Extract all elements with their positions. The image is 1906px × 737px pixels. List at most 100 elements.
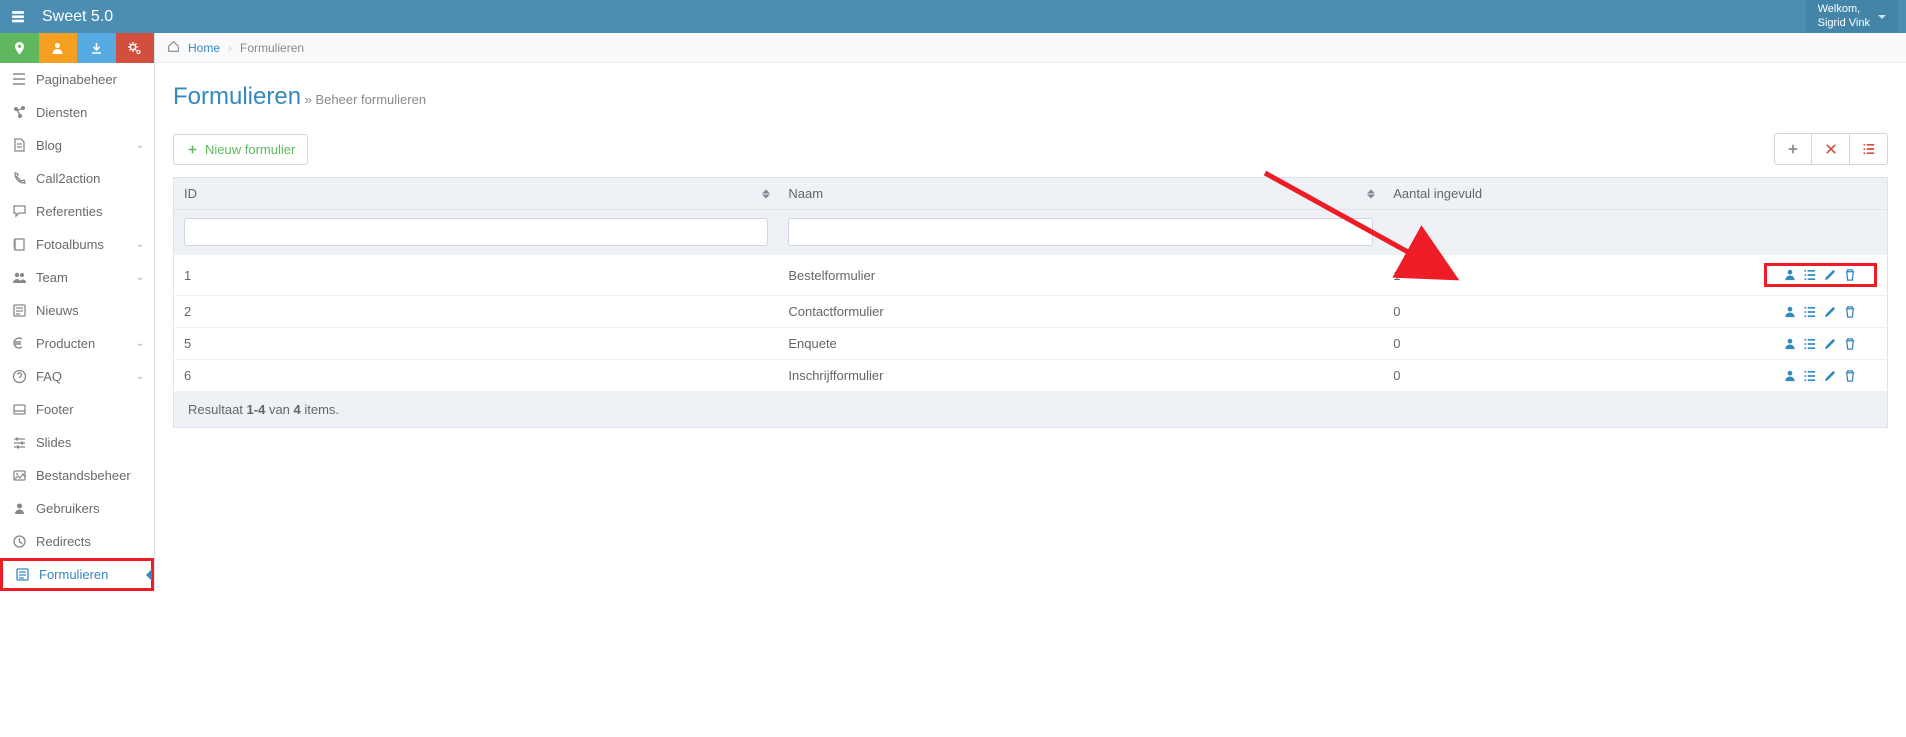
sidebar-item-label: Fotoalbums [36,237,136,252]
toolbar-list-button[interactable] [1850,133,1888,165]
sidebar-item-fotoalbums[interactable]: Fotoalbums⌄ [0,228,154,261]
page-subtitle: » Beheer formulieren [305,92,426,107]
bars-icon [10,72,28,87]
cell-aantal: 1 [1383,255,1753,296]
book-icon [10,237,28,252]
sidebar-item-label: Slides [36,435,144,450]
sidebar-btn-settings[interactable] [116,33,155,63]
main-content: Home › Formulieren Formulieren » Beheer … [155,33,1906,591]
cell-aantal: 0 [1383,360,1753,392]
sidebar-item-label: Redirects [36,534,144,549]
toolbar-delete-button[interactable] [1812,133,1850,165]
table-row: 6Inschrijfformulier0 [174,360,1888,392]
row-list-icon[interactable] [1803,369,1817,383]
cell-id: 1 [174,255,779,296]
row-list-icon[interactable] [1803,337,1817,351]
forms-table: ID Naam Aantal ingevuld [173,177,1888,392]
welcome-label: Welkom, [1818,3,1870,17]
brand-icon [8,9,28,25]
filter-id-input[interactable] [184,218,768,246]
row-user-icon[interactable] [1783,268,1797,282]
new-form-button[interactable]: Nieuw formulier [173,134,308,165]
user-name: Sigrid Vink [1818,17,1870,31]
sidebar-item-slides[interactable]: Slides [0,426,154,459]
chevron-down-icon: ⌄ [136,140,144,151]
breadcrumb-home[interactable]: Home [188,41,220,55]
table-row: 2Contactformulier0 [174,296,1888,328]
table-footer: Resultaat 1-4 van 4 items. [173,392,1888,428]
row-edit-icon[interactable] [1823,369,1837,383]
filter-aantal-empty [1383,210,1753,255]
toolbar-add-button[interactable] [1774,133,1812,165]
home-icon [167,40,180,56]
col-header-naam[interactable]: Naam [778,178,1383,210]
caret-down-icon [1878,15,1886,19]
sidebar-btn-user[interactable] [39,33,78,63]
row-delete-icon[interactable] [1843,268,1857,282]
brand-title: Sweet 5.0 [42,8,113,26]
cell-aantal: 0 [1383,328,1753,360]
cell-id: 5 [174,328,779,360]
sidebar-item-paginabeheer[interactable]: Paginabeheer [0,63,154,96]
sidebar-item-label: Call2action [36,171,144,186]
chevron-down-icon: ⌄ [136,338,144,349]
cell-id: 2 [174,296,779,328]
sidebar-item-nieuws[interactable]: Nieuws [0,294,154,327]
cell-id: 6 [174,360,779,392]
table-row: 1Bestelformulier1 [174,255,1888,296]
page-title: Formulieren [173,83,301,110]
cell-naam: Bestelformulier [778,255,1383,296]
euro-icon [10,336,28,351]
col-header-aantal: Aantal ingevuld [1383,178,1753,210]
sidebar-item-producten[interactable]: Producten⌄ [0,327,154,360]
row-delete-icon[interactable] [1843,337,1857,351]
user-menu[interactable]: Welkom, Sigrid Vink [1806,0,1898,33]
sidebar-item-footer[interactable]: Footer [0,393,154,426]
sidebar-item-referenties[interactable]: Referenties [0,195,154,228]
chevron-down-icon: ⌄ [136,272,144,283]
phone-icon [10,171,28,186]
sidebar-item-label: Referenties [36,204,144,219]
sidebar-item-label: Blog [36,138,136,153]
sidebar-item-call2action[interactable]: Call2action [0,162,154,195]
sidebar-item-label: Paginabeheer [36,72,144,87]
sidebar-btn-marker[interactable] [0,33,39,63]
row-user-icon[interactable] [1783,337,1797,351]
sidebar-item-gebruikers[interactable]: Gebruikers [0,492,154,525]
plus-icon [186,143,199,156]
sidebar-item-label: Diensten [36,105,144,120]
sidebar-item-blog[interactable]: Blog⌄ [0,129,154,162]
sidebar-item-bestandsbeheer[interactable]: Bestandsbeheer [0,459,154,492]
sidebar-item-faq[interactable]: FAQ⌄ [0,360,154,393]
sidebar-item-diensten[interactable]: Diensten [0,96,154,129]
sidebar-item-label: Footer [36,402,144,417]
row-edit-icon[interactable] [1823,268,1837,282]
redirect-icon [10,534,28,549]
sidebar-item-formulieren[interactable]: Formulieren [0,558,154,591]
filter-actions-empty [1754,210,1888,255]
filter-naam-input[interactable] [788,218,1373,246]
row-user-icon[interactable] [1783,369,1797,383]
row-delete-icon[interactable] [1843,305,1857,319]
sidebar-item-redirects[interactable]: Redirects [0,525,154,558]
row-delete-icon[interactable] [1843,369,1857,383]
topbar: Sweet 5.0 Welkom, Sigrid Vink [0,0,1906,33]
cell-naam: Inschrijfformulier [778,360,1383,392]
sidebar: PaginabeheerDienstenBlog⌄Call2actionRefe… [0,33,155,591]
cell-naam: Enquete [778,328,1383,360]
row-list-icon[interactable] [1803,305,1817,319]
form-icon [13,567,31,582]
chevron-down-icon: ⌄ [136,371,144,382]
row-list-icon[interactable] [1803,268,1817,282]
sidebar-item-label: Formulieren [39,567,141,582]
sidebar-item-team[interactable]: Team⌄ [0,261,154,294]
row-user-icon[interactable] [1783,305,1797,319]
row-edit-icon[interactable] [1823,305,1837,319]
row-edit-icon[interactable] [1823,337,1837,351]
sidebar-btn-download[interactable] [77,33,116,63]
news-icon [10,303,28,318]
breadcrumb-current: Formulieren [240,41,304,55]
share-icon [10,105,28,120]
sidebar-item-label: FAQ [36,369,136,384]
col-header-id[interactable]: ID [174,178,779,210]
